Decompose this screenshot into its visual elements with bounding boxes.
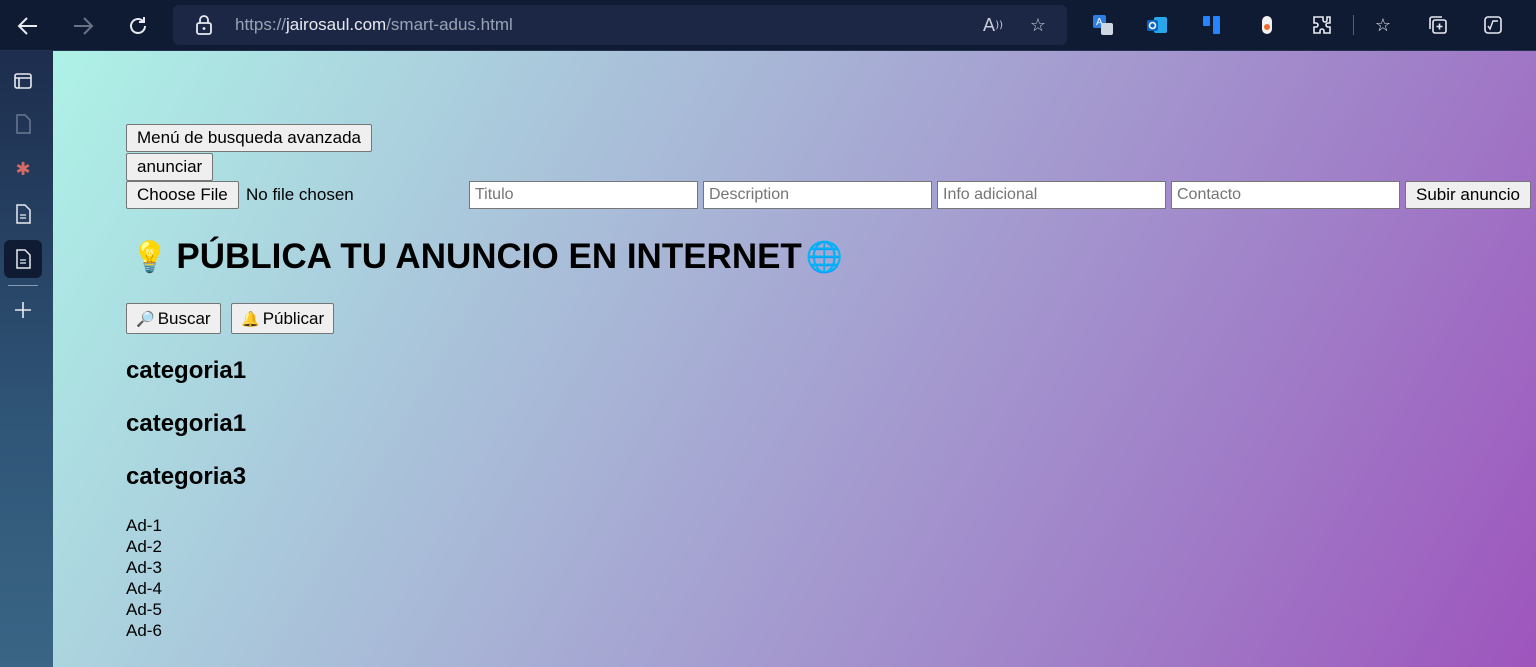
page-title: 💡 PÚBLICA TU ANUNCIO EN INTERNET 🌐 (131, 237, 843, 277)
outlook-icon[interactable] (1144, 12, 1170, 38)
lock-icon[interactable] (193, 14, 215, 36)
extension-record-icon[interactable] (1254, 12, 1280, 38)
forward-icon[interactable] (66, 9, 100, 43)
ad-item[interactable]: Ad-4 (126, 578, 162, 599)
choose-file-button[interactable]: Choose File (126, 181, 239, 209)
url-text[interactable]: https://jairosaul.com/smart-adus.html (235, 15, 513, 35)
browser-toolbar: https://jairosaul.com/smart-adus.html A)… (0, 0, 1536, 51)
page-content: Menú de busqueda avanzada anunciar Choos… (53, 51, 1536, 667)
ad-item[interactable]: Ad-3 (126, 557, 162, 578)
search-button-label: Buscar (157, 308, 211, 328)
submit-ad-button[interactable]: Subir anuncio (1405, 181, 1531, 209)
active-page-icon[interactable] (4, 240, 42, 278)
ad-item[interactable]: Ad-6 (126, 620, 162, 641)
ads-list: Ad-1 Ad-2 Ad-3 Ad-4 Ad-5 Ad-6 (126, 515, 162, 641)
collections-icon[interactable] (1425, 12, 1451, 38)
trello-icon[interactable] (1199, 12, 1225, 38)
page-icon[interactable] (4, 195, 42, 233)
category-heading: categoria1 (126, 357, 247, 384)
add-icon[interactable] (4, 291, 42, 329)
browser-sidebar: ✱ (0, 51, 53, 667)
translate-icon[interactable]: A (1090, 12, 1116, 38)
bell-icon: 🔔 (241, 309, 260, 328)
asterisk-icon[interactable]: ✱ (4, 150, 42, 188)
category-heading: categoria1 (126, 410, 247, 437)
toolbar-separator (1353, 15, 1354, 35)
ad-item[interactable]: Ad-2 (126, 536, 162, 557)
refresh-icon[interactable] (121, 9, 155, 43)
favorites-icon[interactable]: ☆ (1370, 12, 1396, 38)
advanced-search-button[interactable]: Menú de busqueda avanzada (126, 124, 373, 152)
page-icon[interactable] (4, 105, 42, 143)
tab-actions-icon[interactable] (4, 62, 42, 100)
info-field[interactable] (937, 181, 1166, 209)
ad-item[interactable]: Ad-1 (126, 515, 162, 536)
add-favorite-icon[interactable]: ☆ (1026, 13, 1050, 37)
lightbulb-icon: 💡 (131, 239, 169, 275)
announce-button[interactable]: anunciar (126, 153, 214, 181)
extensions-icon[interactable] (1309, 12, 1335, 38)
category-heading: categoria3 (126, 463, 247, 490)
search-button[interactable]: 🔎 Buscar (126, 303, 221, 334)
contact-field[interactable] (1171, 181, 1400, 209)
magnifier-icon: 🔎 (136, 309, 155, 328)
address-bar[interactable]: https://jairosaul.com/smart-adus.html A)… (173, 5, 1067, 45)
read-aloud-icon[interactable]: A)) (981, 13, 1005, 37)
description-field[interactable] (703, 181, 932, 209)
title-field[interactable] (469, 181, 698, 209)
math-solver-icon[interactable] (1480, 12, 1506, 38)
ad-item[interactable]: Ad-5 (126, 599, 162, 620)
file-status: No file chosen (246, 185, 354, 204)
globe-icon: 🌐 (805, 239, 844, 275)
back-icon[interactable] (11, 9, 45, 43)
headline-text: PÚBLICA TU ANUNCIO EN INTERNET (176, 237, 802, 276)
publish-button[interactable]: 🔔 Públicar (231, 303, 335, 334)
sidebar-separator (8, 285, 38, 286)
publish-button-label: Públicar (262, 308, 325, 328)
